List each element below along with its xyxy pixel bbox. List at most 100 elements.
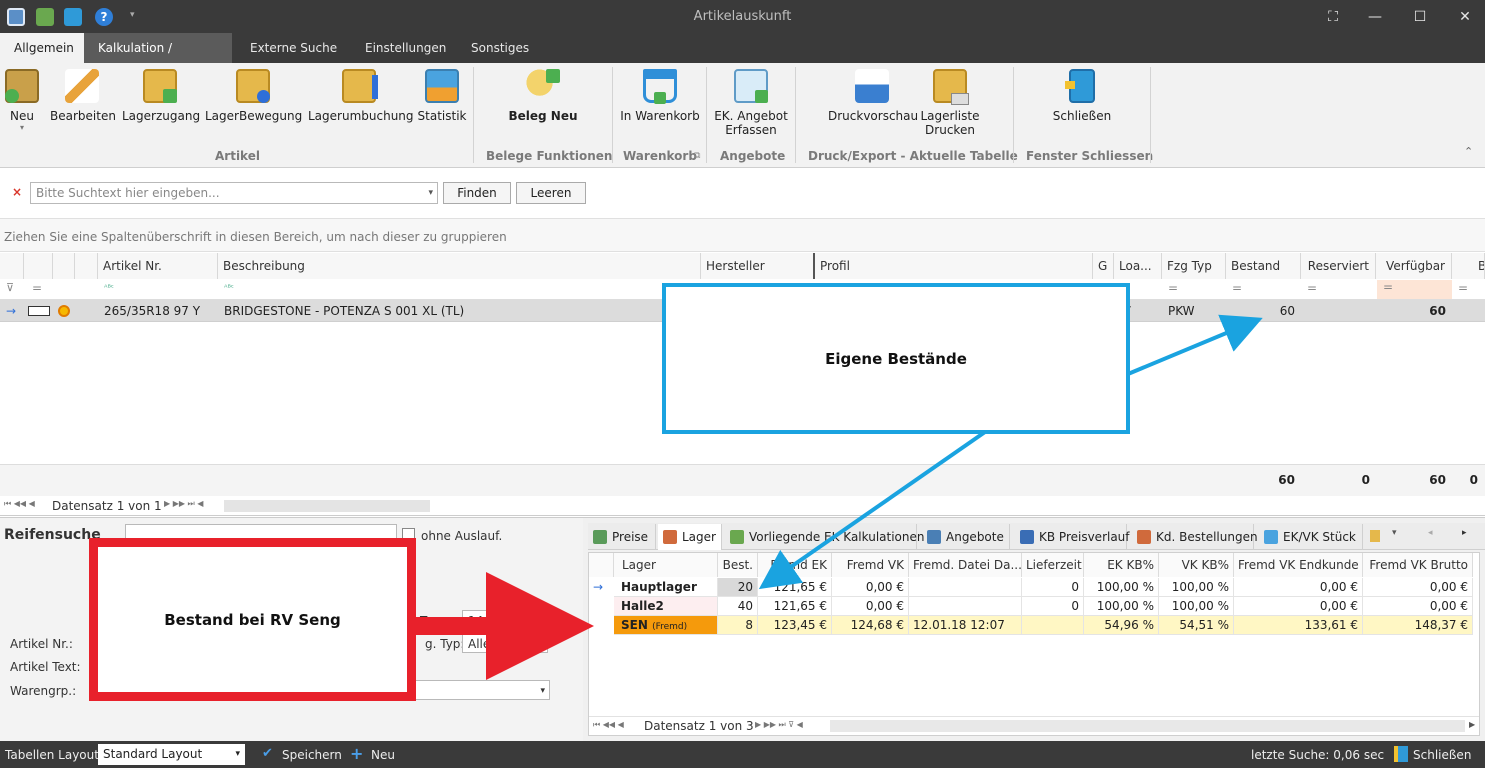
ribbon-separator [1150, 67, 1151, 163]
dcol-brutto[interactable]: Fremd VK Brutto [1363, 553, 1473, 577]
brutto-cell: 0,00 € [1363, 578, 1473, 597]
lagerbewegung-button[interactable]: LagerBewegung [205, 69, 302, 123]
search-dropdown-icon[interactable]: ▾ [428, 183, 433, 203]
dnav-scroll-right-icon[interactable]: ▶ [1469, 720, 1475, 729]
col-artikel-nr[interactable]: Artikel Nr. [98, 253, 218, 279]
fremd-ek-cell: 123,45 € [758, 616, 832, 635]
dnav-next-icon[interactable]: ▶ ▶▶ ⏭ ⊽ ◀ [755, 720, 803, 730]
close-status-button[interactable]: Schließen [1413, 748, 1471, 762]
lager-cell-fremd[interactable]: SEN (Fremd) [614, 616, 718, 635]
tab-kd-label: Kd. Bestellungen [1156, 530, 1258, 544]
tab-kb-preisverlauf[interactable]: KB Preisverlauf [1015, 524, 1130, 550]
filter-equals-icon[interactable]: = [1307, 281, 1317, 295]
statistik-button[interactable]: Statistik [416, 69, 468, 123]
tab-overflow-icon[interactable] [1370, 530, 1380, 542]
bearbeiten-button[interactable]: Bearbeiten [50, 69, 116, 123]
col-load[interactable]: Loa... [1114, 253, 1162, 279]
t-select[interactable]: 14 [462, 610, 548, 630]
col-b[interactable]: B [1452, 253, 1485, 279]
tab-lager[interactable]: Lager [658, 524, 722, 550]
dcol-vk-kb[interactable]: VK KB% [1159, 553, 1234, 577]
dcol-ek-kb[interactable]: EK KB% [1084, 553, 1159, 577]
col-reserviert[interactable]: Reserviert [1301, 253, 1376, 279]
vk-kb-cell: 100,00 % [1159, 578, 1234, 597]
lagerliste-button[interactable]: Lagerliste Drucken [920, 69, 980, 137]
exit-door-icon [1065, 69, 1095, 103]
cart-icon [643, 69, 677, 104]
beleg-neu-button[interactable]: Beleg Neu [506, 69, 580, 123]
col-fzg-typ[interactable]: Fzg Typ [1162, 253, 1226, 279]
close-button[interactable]: ✕ [1450, 6, 1480, 28]
filter-text-icon[interactable]: ᴬᴮᶜ [104, 283, 114, 292]
lagerumbuchung-button[interactable]: Lagerumbuchung [308, 69, 414, 123]
tab-einstellungen[interactable]: Einstellungen [351, 33, 460, 63]
dcol-lieferzeit[interactable]: Lieferzeit [1022, 553, 1084, 577]
schliessen-ribbon-button[interactable]: Schließen [1050, 69, 1114, 123]
dcol-datei[interactable]: Fremd. Datei Da... [909, 553, 1022, 577]
fullscreen-icon[interactable]: ⛶ [1318, 6, 1348, 28]
maximize-button[interactable]: ☐ [1405, 6, 1435, 28]
dnav-first-icon[interactable]: ⏮ ◀◀ ◀ [593, 720, 624, 730]
tab-preise[interactable]: Preise [588, 524, 656, 550]
tab-kalkulation[interactable]: Kalkulation / Preisliste [84, 33, 232, 85]
filter-verfuegbar[interactable]: = [1377, 280, 1452, 299]
group-panel[interactable]: Ziehen Sie eine Spaltenüberschrift in di… [0, 218, 1485, 252]
col-verfuegbar[interactable]: Verfügbar [1376, 253, 1452, 279]
dcol-fremd-vk[interactable]: Fremd VK [832, 553, 909, 577]
horizontal-scrollbar[interactable] [224, 500, 430, 512]
save-button[interactable]: Speichern [282, 748, 342, 762]
tab-ek-vk-stueck[interactable]: EK/VK Stück [1259, 524, 1363, 550]
find-button[interactable]: Finden [443, 182, 511, 204]
tab-externe-suche[interactable]: Externe Suche [236, 33, 351, 63]
tab-scroll-right-icon[interactable]: ▸ [1462, 528, 1467, 538]
tab-ek-kalkulationen[interactable]: Vorliegende EK Kalkulationen [725, 524, 924, 550]
chevron-down-icon: ▾ [538, 639, 543, 649]
collapse-ribbon-icon[interactable]: ⌃ [1464, 145, 1473, 158]
filter-equals-icon[interactable]: = [32, 281, 42, 295]
nav-first-icon[interactable]: ⏮ ◀◀ ◀ [4, 499, 35, 509]
chart-small-icon [1264, 530, 1278, 544]
dcol-endkunde[interactable]: Fremd VK Endkunde [1234, 553, 1363, 577]
in-warenkorb-button[interactable]: In Warenkorb [618, 69, 702, 123]
tab-ek-label: Vorliegende EK Kalkulationen [749, 530, 925, 544]
clear-search-icon[interactable]: × [12, 185, 22, 199]
filter-icon[interactable]: ⊽ [6, 281, 14, 294]
search-input[interactable]: Bitte Suchtext hier eingeben... ▾ [30, 182, 438, 204]
lager-cell[interactable]: Hauptlager [614, 578, 718, 597]
col-g[interactable]: G [1093, 253, 1114, 279]
layout-select[interactable]: Standard Layout ▾ [98, 744, 245, 765]
filter-equals-icon[interactable]: = [1232, 281, 1242, 295]
detail-hscrollbar[interactable] [830, 720, 1465, 732]
col-empty [75, 253, 98, 279]
col-profil[interactable]: Profil [815, 253, 1093, 279]
filter-text-icon[interactable]: ᴬᴮᶜ [224, 283, 234, 292]
dcol-lager[interactable]: Lager [614, 553, 718, 577]
tab-allgemein[interactable]: Allgemein [0, 33, 84, 63]
ek-angebot-label: EK. Angebot [714, 109, 788, 123]
tab-scroll-left-icon[interactable]: ◂ [1428, 528, 1433, 538]
filter-equals-icon[interactable]: = [1458, 281, 1468, 295]
dcol-fremd-ek[interactable]: Fremd EK [758, 553, 832, 577]
tab-angebote[interactable]: Angebote [922, 524, 1010, 550]
dcol-best[interactable]: Best. [718, 553, 758, 577]
col-beschreibung[interactable]: Beschreibung [218, 253, 701, 279]
clear-button[interactable]: Leeren [516, 182, 586, 204]
col-hersteller[interactable]: Hersteller [701, 253, 815, 279]
neu-button[interactable]: Neu ▾ [4, 69, 40, 132]
new-button[interactable]: Neu [371, 748, 395, 762]
lagerzugang-button[interactable]: Lagerzugang [122, 69, 200, 123]
minimize-button[interactable]: — [1360, 6, 1390, 28]
tab-sonstiges[interactable]: Sonstiges [457, 33, 543, 63]
fzg-typ-select[interactable]: Alle ▾ [462, 633, 548, 653]
filter-equals-icon[interactable]: = [1168, 281, 1178, 295]
brutto-cell: 0,00 € [1363, 597, 1473, 616]
ek-angebot-button[interactable]: EK. Angebot Erfassen [712, 69, 790, 137]
warenkorb-dialog-launcher-icon[interactable]: ⧉ [694, 151, 700, 161]
nav-next-icon[interactable]: ▶ ▶▶ ⏭ ◀ [164, 499, 203, 509]
tab-menu-icon[interactable]: ▾ [1392, 528, 1397, 538]
druckvorschau-button[interactable]: Druckvorschau [828, 69, 918, 123]
lager-cell[interactable]: Halle2 [614, 597, 718, 616]
warengrp-select[interactable]: ▾ [410, 680, 550, 700]
col-bestand[interactable]: Bestand [1226, 253, 1301, 279]
tab-kd-bestellungen[interactable]: Kd. Bestellungen [1132, 524, 1258, 550]
